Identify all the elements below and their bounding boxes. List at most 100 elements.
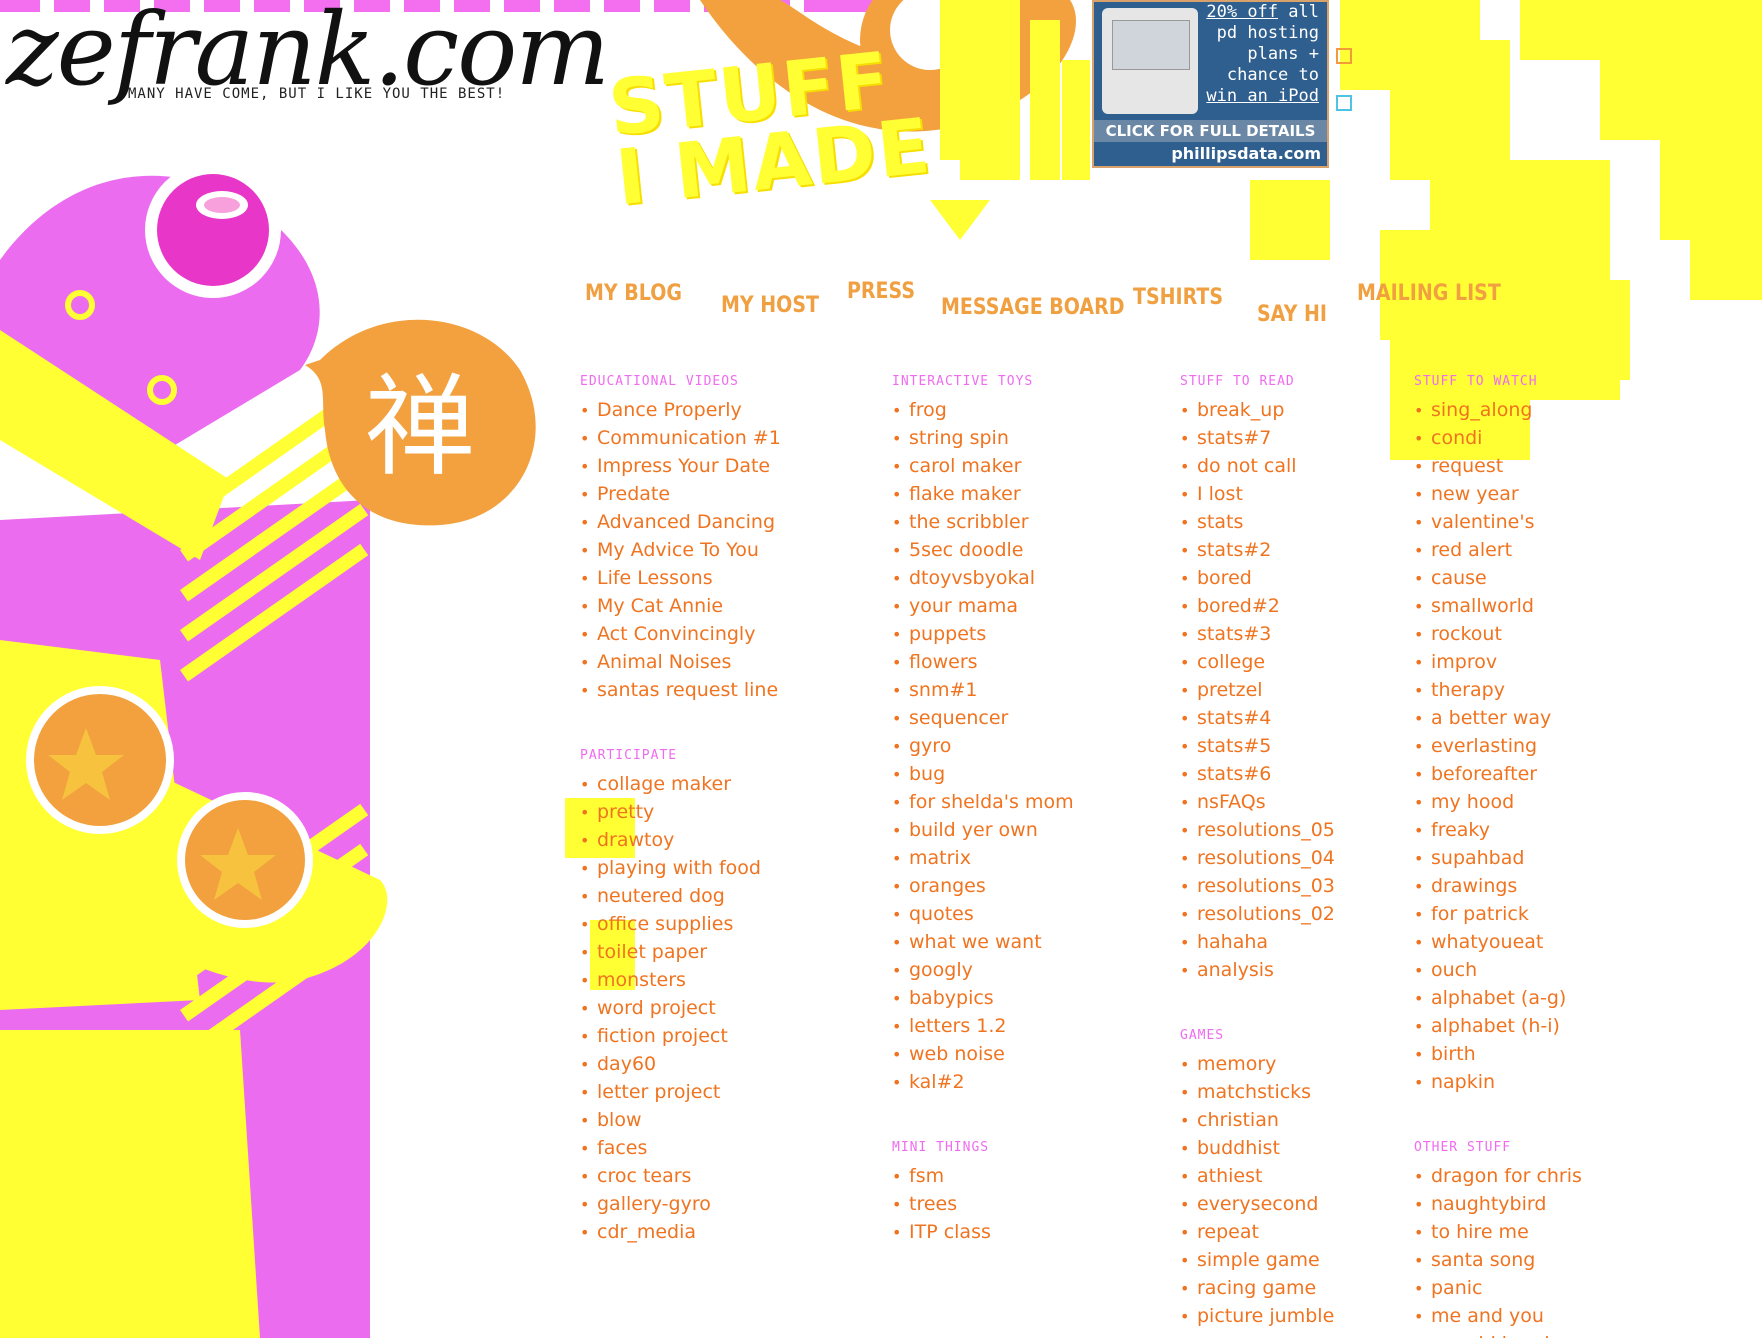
link-list-item[interactable]: bug — [892, 760, 1192, 788]
page-link[interactable]: athiest — [1197, 1165, 1262, 1187]
page-link[interactable]: stats#4 — [1197, 707, 1271, 729]
nav-my-host[interactable]: MY HOST — [721, 292, 819, 317]
page-link[interactable]: santa song — [1431, 1249, 1535, 1271]
page-link[interactable]: memory — [1197, 1053, 1276, 1075]
link-list-item[interactable]: carol maker — [892, 452, 1192, 480]
page-link[interactable]: blow — [597, 1109, 642, 1131]
page-link[interactable]: everysecond — [1197, 1193, 1318, 1215]
link-list-item[interactable]: croc tears — [580, 1162, 880, 1190]
link-list-item[interactable]: beforeafter — [1414, 760, 1714, 788]
page-link[interactable]: buddhist — [1197, 1137, 1280, 1159]
page-link[interactable]: My Advice To You — [597, 539, 759, 561]
page-link[interactable]: letter project — [597, 1081, 720, 1103]
page-link[interactable]: christian — [1197, 1109, 1279, 1131]
link-list-item[interactable]: panic — [1414, 1274, 1714, 1302]
page-link[interactable]: frog — [909, 399, 947, 421]
page-link[interactable]: neutered dog — [597, 885, 725, 907]
link-list-item[interactable]: valentine's — [1414, 508, 1714, 536]
link-list-item[interactable]: googly — [892, 956, 1192, 984]
link-list-item[interactable]: alphabet (h-i) — [1414, 1012, 1714, 1040]
page-link[interactable]: 5sec doodle — [909, 539, 1024, 561]
link-list-item[interactable]: flake maker — [892, 480, 1192, 508]
page-link[interactable]: naughtybird — [1431, 1193, 1546, 1215]
page-link[interactable]: rockout — [1431, 623, 1502, 645]
page-link[interactable]: Act Convincingly — [597, 623, 755, 645]
link-list-item[interactable]: babypics — [892, 984, 1192, 1012]
page-link[interactable]: bored#2 — [1197, 595, 1280, 617]
link-list-item[interactable]: to hire me — [1414, 1218, 1714, 1246]
page-link[interactable]: gyro — [909, 735, 951, 757]
page-link[interactable]: toilet paper — [597, 941, 707, 963]
page-link[interactable]: drawings — [1431, 875, 1517, 897]
link-list-item[interactable]: pretty — [580, 798, 880, 826]
page-link[interactable]: ITP class — [909, 1221, 991, 1243]
page-link[interactable]: matrix — [909, 847, 971, 869]
link-list-item[interactable]: dtoyvsbyokal — [892, 564, 1192, 592]
page-link[interactable]: pretzel — [1197, 679, 1263, 701]
page-link[interactable]: oranges — [909, 875, 986, 897]
link-list-item[interactable]: letters 1.2 — [892, 1012, 1192, 1040]
page-link[interactable]: hahaha — [1197, 931, 1268, 953]
link-list-item[interactable]: whatyoueat — [1414, 928, 1714, 956]
page-link[interactable]: Life Lessons — [597, 567, 713, 589]
page-link[interactable]: stats#5 — [1197, 735, 1271, 757]
page-link[interactable]: Animal Noises — [597, 651, 731, 673]
page-link[interactable]: to hire me — [1431, 1221, 1529, 1243]
link-list-item[interactable]: kal#2 — [892, 1068, 1192, 1096]
link-list-item[interactable]: string spin — [892, 424, 1192, 452]
link-list-item[interactable]: new year — [1414, 480, 1714, 508]
page-link[interactable]: cause — [1431, 567, 1487, 589]
link-list-item[interactable]: web noise — [892, 1040, 1192, 1068]
link-list-item[interactable]: puppets — [892, 620, 1192, 648]
ad-banner[interactable]: 20% off all pd hosting plans + chance to… — [1092, 0, 1329, 168]
link-list-item[interactable]: flowers — [892, 648, 1192, 676]
page-link[interactable]: string spin — [909, 427, 1009, 449]
link-list-item[interactable]: gallery-gyro — [580, 1190, 880, 1218]
link-list-item[interactable]: quotes — [892, 900, 1192, 928]
page-link[interactable]: resolutions_05 — [1197, 819, 1335, 841]
page-link[interactable]: new year — [1431, 483, 1519, 505]
nav-message-board[interactable]: MESSAGE BOARD — [941, 294, 1125, 319]
page-link[interactable]: red alert — [1431, 539, 1512, 561]
link-list-item[interactable]: gyro — [892, 732, 1192, 760]
link-list-item[interactable]: my old band — [1414, 1330, 1714, 1338]
link-list-item[interactable]: santa song — [1414, 1246, 1714, 1274]
page-link[interactable]: freaky — [1431, 819, 1490, 841]
link-list-item[interactable]: supahbad — [1414, 844, 1714, 872]
link-list-item[interactable]: Life Lessons — [580, 564, 880, 592]
page-link[interactable]: me and you — [1431, 1305, 1544, 1327]
page-link[interactable]: stats#6 — [1197, 763, 1271, 785]
page-link[interactable]: the scribbler — [909, 511, 1029, 533]
link-list-item[interactable]: oranges — [892, 872, 1192, 900]
nav-press[interactable]: PRESS — [847, 278, 915, 303]
page-link[interactable]: Communication #1 — [597, 427, 781, 449]
nav-tshirts[interactable]: TSHIRTS — [1133, 284, 1223, 309]
page-link[interactable]: resolutions_04 — [1197, 847, 1335, 869]
link-list-item[interactable]: trees — [892, 1190, 1192, 1218]
link-list-item[interactable]: a better way — [1414, 704, 1714, 732]
page-link[interactable]: supahbad — [1431, 847, 1524, 869]
link-list-item[interactable]: Predate — [580, 480, 880, 508]
page-link[interactable]: a better way — [1431, 707, 1551, 729]
page-link[interactable]: gallery-gyro — [597, 1193, 711, 1215]
page-link[interactable]: valentine's — [1431, 511, 1534, 533]
link-list-item[interactable]: sing_along — [1414, 396, 1714, 424]
link-list-item[interactable]: cause — [1414, 564, 1714, 592]
link-list-item[interactable]: rockout — [1414, 620, 1714, 648]
page-link[interactable]: collage maker — [597, 773, 731, 795]
link-list-item[interactable]: my hood — [1414, 788, 1714, 816]
link-list-item[interactable]: the scribbler — [892, 508, 1192, 536]
link-list-item[interactable]: alphabet (a-g) — [1414, 984, 1714, 1012]
link-list-item[interactable]: Animal Noises — [580, 648, 880, 676]
page-link[interactable]: stats#3 — [1197, 623, 1271, 645]
page-link[interactable]: office supplies — [597, 913, 733, 935]
link-list-item[interactable]: My Advice To You — [580, 536, 880, 564]
page-link[interactable]: stats#7 — [1197, 427, 1271, 449]
link-list-item[interactable]: matrix — [892, 844, 1192, 872]
page-link[interactable]: croc tears — [597, 1165, 691, 1187]
page-link[interactable]: birth — [1431, 1043, 1476, 1065]
page-link[interactable]: do not call — [1197, 455, 1297, 477]
page-link[interactable]: nsFAQs — [1197, 791, 1266, 813]
page-link[interactable]: puppets — [909, 623, 986, 645]
link-list-item[interactable]: what we want — [892, 928, 1192, 956]
